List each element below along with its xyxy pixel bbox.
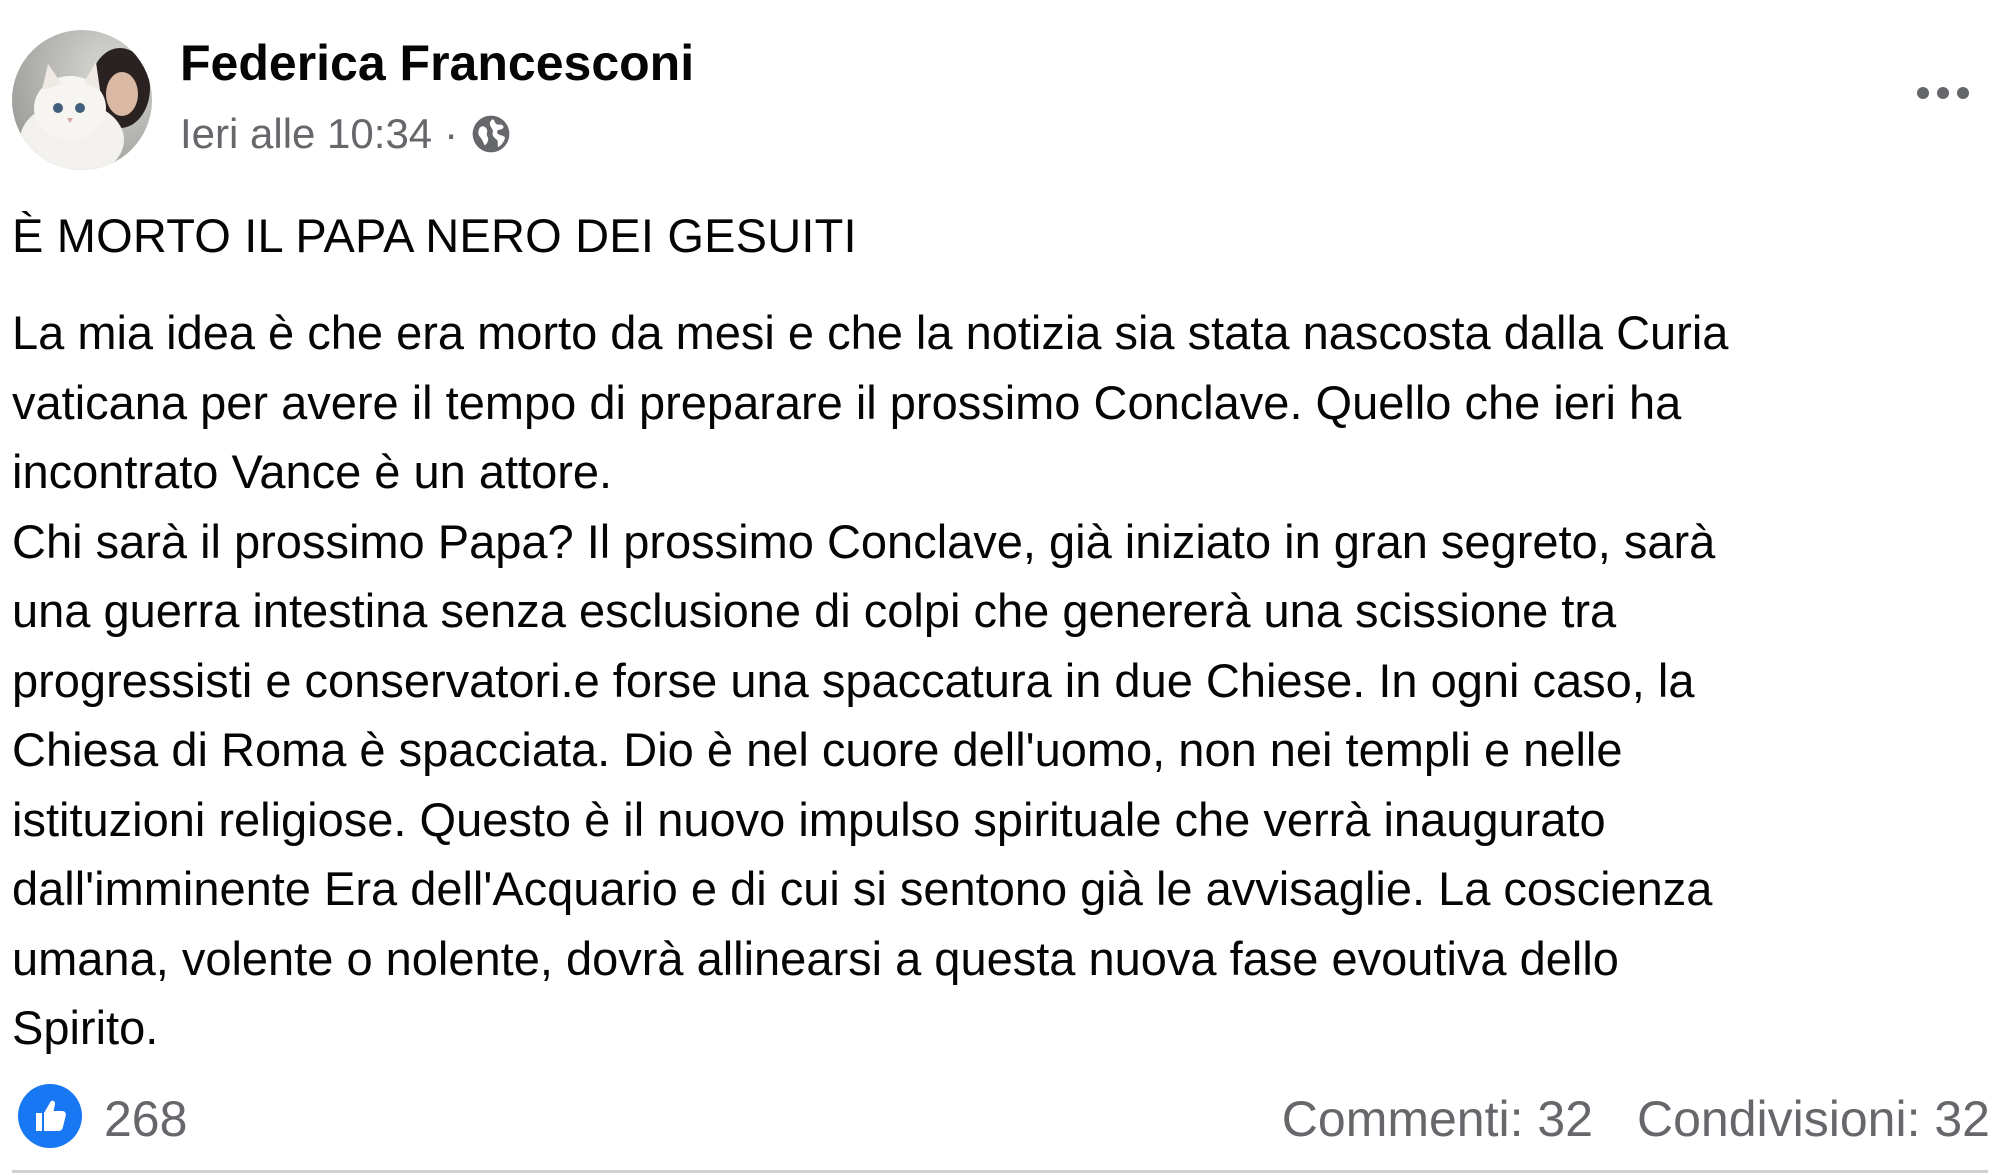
- post-body-line: incontrato Vance è un attore.: [12, 445, 613, 498]
- more-horizontal-icon-dot: [1957, 87, 1969, 99]
- more-horizontal-icon-dot: [1937, 87, 1949, 99]
- author-name[interactable]: Federica Francesconi: [180, 34, 694, 92]
- post-body-line: Chi sarà il prossimo Papa? Il prossimo C…: [12, 514, 1716, 568]
- post-body: La mia idea è che era morto da mesi e ch…: [12, 298, 1988, 1063]
- comments-count[interactable]: Commenti: 32: [1282, 1090, 1593, 1148]
- thumbs-up-icon[interactable]: [18, 1084, 82, 1148]
- footer-divider: [12, 1170, 1988, 1173]
- globe-icon[interactable]: [470, 113, 512, 155]
- avatar[interactable]: [12, 30, 152, 170]
- post-body-line: una guerra intestina senza esclusione di…: [12, 584, 1617, 637]
- post-body-line: dall'imminente Era dell'Acquario e di cu…: [12, 862, 1713, 915]
- like-count[interactable]: 268: [104, 1090, 187, 1148]
- post-body-line: La mia idea è che era morto da mesi e ch…: [12, 306, 1729, 359]
- post-header: Federica Francesconi Ieri alle 10:34 ·: [12, 30, 1988, 170]
- post-title: È MORTO IL PAPA NERO DEI GESUITI: [12, 209, 857, 262]
- meta-separator: ·: [444, 110, 459, 157]
- post-body-line: progressisti e conservatori.e forse una …: [12, 653, 1695, 707]
- post-body-line: vaticana per avere il tempo di preparare…: [12, 375, 1682, 429]
- facebook-post: Federica Francesconi Ieri alle 10:34 · È…: [0, 0, 2000, 1174]
- post-body-line: Chiesa di Roma è spacciata. Dio è nel cu…: [12, 723, 1623, 776]
- more-horizontal-icon: [1917, 87, 1929, 99]
- avatar-photo: [12, 30, 152, 170]
- engagement-counts: Commenti: 32 Condivisioni: 32: [1282, 1090, 1990, 1148]
- post-footer: 268 Commenti: 32 Condivisioni: 32: [0, 1080, 2000, 1160]
- more-options-button[interactable]: [1898, 68, 1988, 118]
- shares-count[interactable]: Condivisioni: 32: [1637, 1090, 1990, 1148]
- post-body-line: umana, volente o nolente, dovrà allinear…: [12, 931, 1619, 985]
- post-body-line: Spirito.: [12, 1001, 159, 1054]
- post-timestamp[interactable]: Ieri alle 10:34: [180, 110, 432, 158]
- post-meta: Ieri alle 10:34 ·: [180, 110, 512, 158]
- post-body-line: istituzioni religiose. Questo è il nuovo…: [12, 792, 1606, 846]
